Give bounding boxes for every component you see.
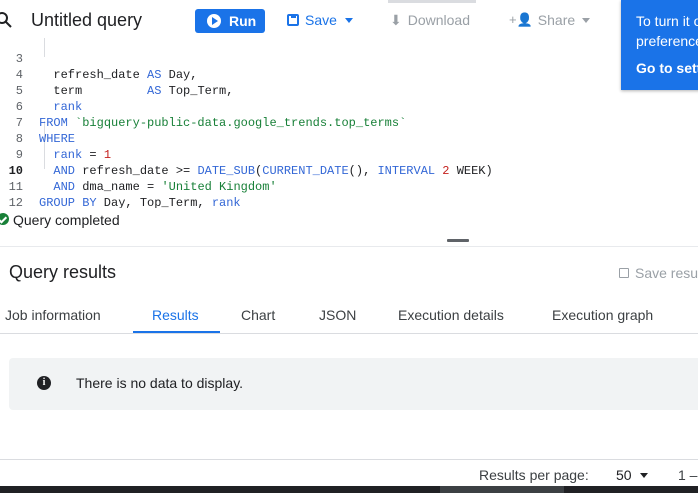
tab-results[interactable]: Results — [152, 307, 199, 323]
run-label: Run — [229, 13, 257, 29]
code-line: 8 rank = 1 — [0, 115, 698, 162]
code-line: 12 ORDER BY Day DESC; — [0, 179, 698, 208]
results-per-page-select[interactable]: 50 — [616, 467, 648, 483]
code-line: 5 rank — [0, 67, 698, 114]
tab-execution-graph[interactable]: Execution graph — [552, 307, 653, 323]
divider — [0, 246, 698, 247]
results-per-page-label: Results per page: — [479, 467, 589, 483]
code-line: 11 GROUP BY Day, Top_Term, rank — [0, 163, 698, 208]
resize-handle[interactable] — [447, 239, 469, 242]
run-button[interactable]: Run — [195, 9, 265, 33]
save-results-button[interactable]: Save resu — [619, 265, 698, 281]
code-line: 3 refresh_date AS Day, — [0, 38, 698, 82]
download-tab-indicator — [388, 0, 476, 3]
code-line: 13 — [0, 195, 698, 208]
save-label: Save — [305, 12, 337, 28]
footer-divider — [0, 459, 698, 460]
query-title[interactable]: Untitled query — [31, 10, 142, 31]
code-line: 9 AND refresh_date >= DATE_SUB(CURRENT_D… — [0, 131, 698, 178]
tab-job-information[interactable]: Job information — [5, 307, 101, 323]
tab-chart[interactable]: Chart — [241, 307, 275, 323]
download-label: Download — [407, 12, 470, 28]
results-per-page-value: 50 — [616, 467, 632, 483]
info-icon: i — [37, 376, 51, 390]
share-label: Share — [537, 12, 576, 28]
tab-json[interactable]: JSON — [319, 307, 356, 323]
empty-state-message: There is no data to display. — [76, 375, 244, 391]
go-to-settings-link[interactable]: Go to sett — [636, 58, 698, 78]
bigquery-editor-window: Untitled query Run Save ⬇ Download +👤 Sh… — [0, 0, 698, 493]
download-button[interactable]: ⬇ Download — [390, 12, 470, 28]
save-results-label: Save resu — [635, 265, 698, 281]
preferences-popup: To turn it o preference Go to sett — [621, 0, 698, 90]
save-icon — [287, 14, 299, 26]
popup-text-line-2: preference — [636, 33, 698, 49]
tab-execution-details[interactable]: Execution details — [398, 307, 504, 323]
code-line: 7 WHERE — [0, 99, 698, 146]
download-icon: ⬇ — [390, 12, 402, 28]
empty-state-banner: i There is no data to display. — [9, 358, 698, 410]
query-toolbar: Untitled query Run Save ⬇ Download +👤 Sh… — [0, 0, 698, 40]
save-button[interactable]: Save — [287, 12, 353, 28]
sql-editor[interactable]: 3 refresh_date AS Day, 4 term AS Top_Ter… — [0, 38, 698, 208]
bottom-bar-segment — [440, 486, 564, 493]
save-icon — [619, 268, 629, 278]
tabs-divider — [0, 333, 698, 334]
chevron-down-icon — [639, 472, 648, 478]
code-line: 4 term AS Top_Term, — [0, 51, 698, 98]
share-icon: +👤 — [509, 12, 533, 27]
bottom-bar — [0, 486, 698, 493]
play-icon — [207, 14, 221, 28]
query-status: Query completed — [13, 212, 120, 228]
pagination-range: 1 – — [678, 467, 698, 483]
chevron-down-icon — [582, 17, 591, 23]
share-button[interactable]: +👤 Share — [509, 12, 591, 28]
chevron-down-icon — [344, 17, 353, 23]
code-line: 6 FROM `bigquery-public-data.google_tren… — [0, 83, 698, 130]
code-line: 10 AND dma_name = 'United Kingdom' — [0, 147, 698, 194]
results-title: Query results — [9, 262, 117, 282]
popup-text-line-1: To turn it o — [636, 13, 698, 29]
search-icon[interactable] — [0, 10, 13, 30]
